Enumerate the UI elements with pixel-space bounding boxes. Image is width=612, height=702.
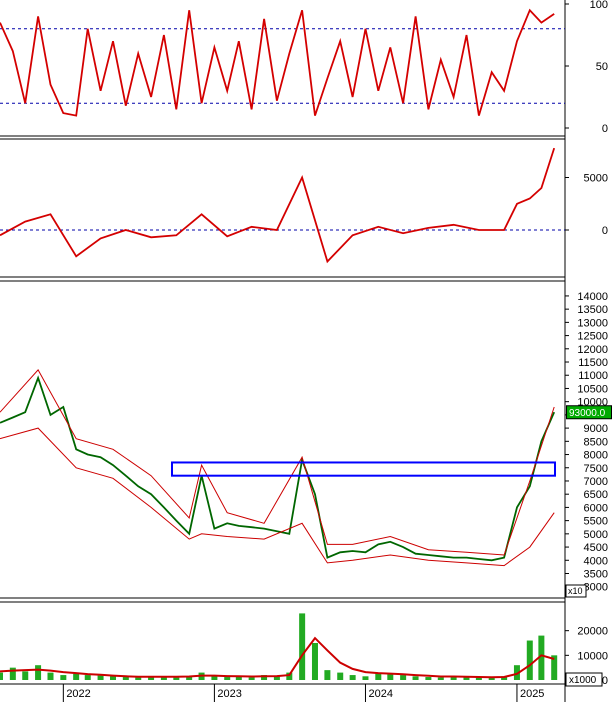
y-tick-label: 3000	[584, 582, 608, 594]
y-tick-label: 12500	[577, 331, 608, 343]
y-tick-label: 5000	[584, 529, 608, 541]
date-tick-label: 2022	[66, 688, 90, 700]
volume-bar	[0, 672, 3, 680]
y-tick-label: 0	[602, 675, 608, 687]
volume-bar	[337, 672, 344, 680]
volume-bar	[387, 673, 394, 680]
volume-bar	[311, 643, 318, 680]
volume-bar	[135, 677, 142, 680]
y-tick-label: 7500	[584, 463, 608, 475]
volume-unit-badge: x1000	[565, 672, 603, 687]
date-tick-label: 2023	[217, 688, 241, 700]
y-tick-label: 8500	[584, 436, 608, 448]
y-tick-label: 4500	[584, 542, 608, 554]
date-tick-label: 2024	[368, 688, 392, 700]
volume-bar	[211, 676, 218, 680]
y-tick-label: 12000	[577, 344, 608, 356]
volume-bar	[362, 676, 369, 680]
volume-bar	[122, 677, 129, 680]
y-tick-label: 13500	[577, 304, 608, 316]
volume-bar	[84, 675, 91, 680]
volume-bar	[173, 677, 180, 680]
y-tick-label: 5500	[584, 516, 608, 528]
y-tick-label: 100	[590, 0, 608, 11]
y-tick-label: 14000	[577, 291, 608, 303]
date-tick-label: 2025	[520, 688, 544, 700]
volume-unit-label: x1000	[569, 675, 597, 686]
y-tick-label: 7000	[584, 476, 608, 488]
last-price-label: 93000.0	[569, 408, 606, 419]
y-tick-label: 10500	[577, 383, 608, 395]
last-price-marker: 93000.0	[566, 405, 612, 420]
y-tick-label: 0	[602, 123, 608, 135]
stock-chart: 0501000500030003500400045005000550060006…	[0, 0, 612, 702]
price-unit-badge: x10	[565, 584, 587, 598]
volume-bar	[109, 676, 116, 680]
volume-bar	[412, 676, 419, 680]
volume-bar	[349, 675, 356, 680]
volume-bar	[47, 672, 54, 680]
volume-bar	[22, 671, 29, 680]
y-tick-label: 11000	[578, 370, 608, 382]
y-tick-label: 20000	[577, 626, 608, 638]
volume-bar	[400, 675, 407, 680]
volume-bar	[60, 675, 67, 680]
y-tick-label: 4000	[584, 555, 608, 567]
y-tick-label: 10000	[577, 650, 608, 662]
volume-bar	[73, 673, 80, 680]
volume-bar	[224, 677, 231, 680]
y-tick-label: 5000	[584, 173, 608, 185]
chart-background	[0, 0, 612, 702]
y-tick-label: 3500	[584, 568, 608, 580]
volume-bar	[526, 640, 533, 680]
volume-bar	[437, 677, 444, 680]
y-tick-label: 50	[596, 61, 608, 73]
volume-bar	[299, 613, 306, 680]
y-tick-label: 9000	[584, 423, 608, 435]
y-tick-label: 6500	[584, 489, 608, 501]
volume-bar	[248, 677, 255, 680]
y-tick-label: 0	[602, 225, 608, 237]
price-unit-label: x10	[568, 586, 583, 596]
volume-bar	[324, 670, 331, 680]
y-tick-label: 13000	[577, 317, 608, 329]
volume-bar	[97, 675, 104, 680]
y-tick-label: 8000	[584, 450, 608, 462]
volume-bar	[35, 665, 42, 680]
y-tick-label: 11500	[578, 357, 608, 369]
volume-bar	[425, 677, 432, 680]
y-tick-label: 6000	[584, 502, 608, 514]
